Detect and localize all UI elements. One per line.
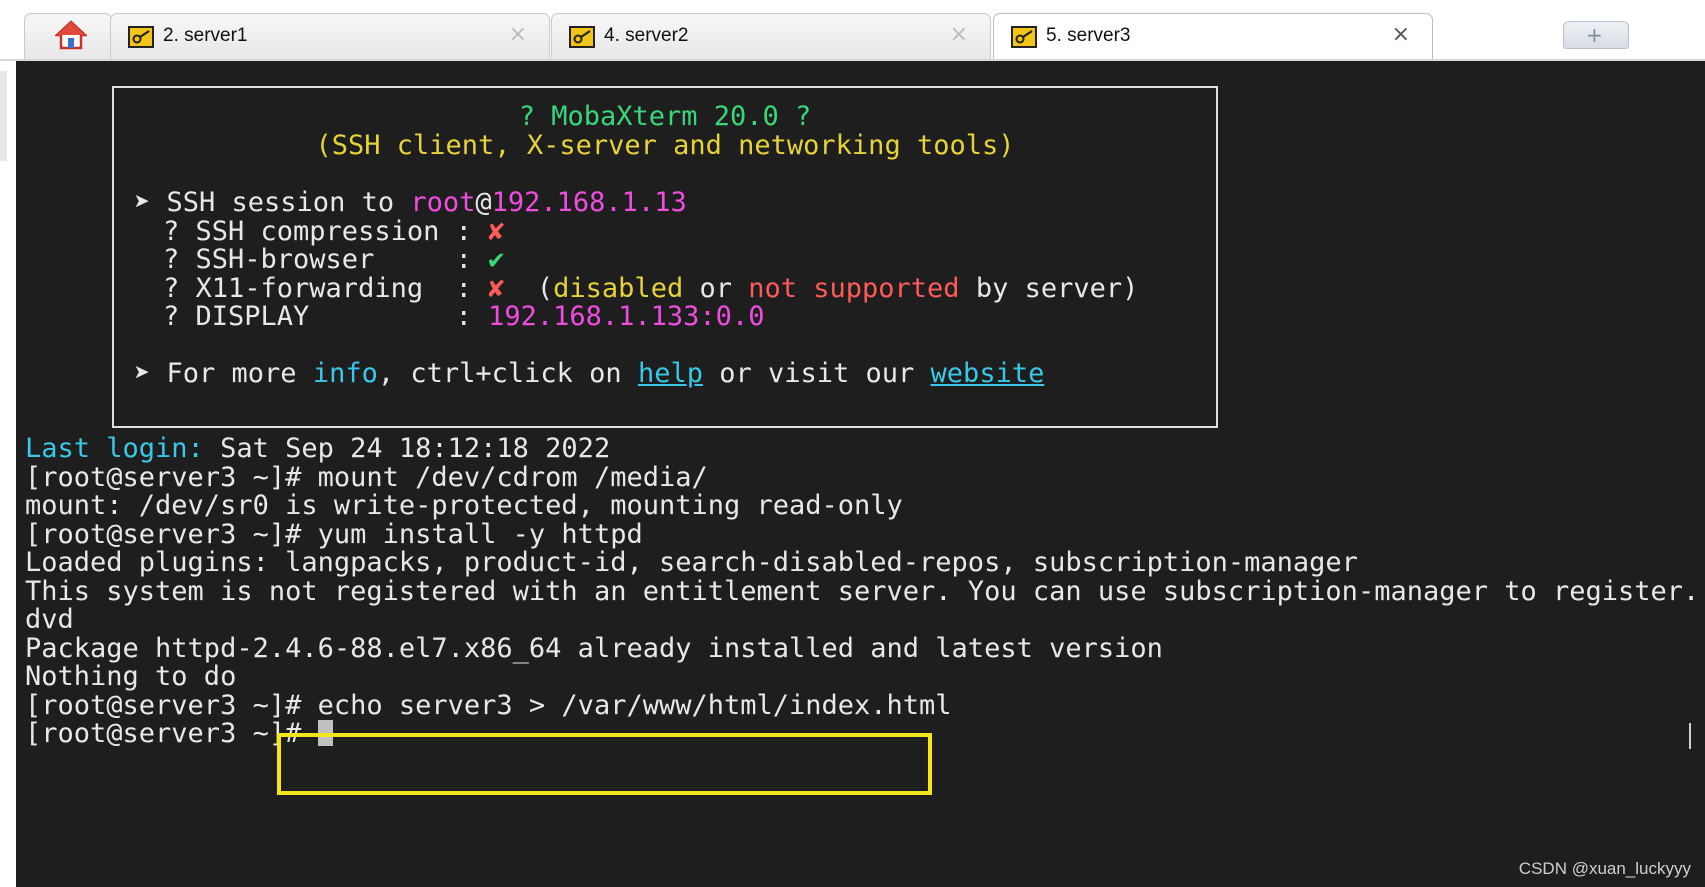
check-icon: ✔ bbox=[488, 244, 505, 275]
terminal-line: [root@server3 ~]# mount /dev/cdrom /medi… bbox=[25, 462, 708, 493]
close-icon[interactable]: × bbox=[509, 22, 527, 47]
last-login-line: Last login: Sat Sep 24 18:12:18 2022 bbox=[25, 433, 611, 464]
tab-server2[interactable]: 4. server2 × bbox=[551, 13, 991, 60]
highlight-box bbox=[277, 733, 932, 795]
website-link[interactable]: website bbox=[931, 358, 1045, 389]
ssh-browser-line: ? SSH-browser : ✔ bbox=[163, 244, 505, 275]
cross-icon: ✘ bbox=[488, 216, 505, 247]
ssh-user: root bbox=[410, 187, 476, 218]
ssh-key-icon bbox=[128, 26, 154, 48]
text-caret-marker bbox=[1689, 723, 1691, 749]
ssh-key-icon bbox=[569, 26, 595, 48]
window-left-edge bbox=[0, 61, 16, 887]
terminal-line: Loaded plugins: langpacks, product-id, s… bbox=[25, 547, 1358, 578]
new-tab-button[interactable]: + bbox=[1563, 21, 1629, 49]
tab-label: 2. server1 bbox=[163, 25, 248, 46]
tab-server1[interactable]: 2. server1 × bbox=[110, 13, 550, 60]
terminal[interactable]: ? MobaXterm 20.0 ? (SSH client, X-server… bbox=[16, 61, 1705, 887]
tab-server3[interactable]: 5. server3 × bbox=[993, 13, 1433, 60]
terminal-line: mount: /dev/sr0 is write-protected, moun… bbox=[25, 490, 903, 521]
tab-home[interactable] bbox=[24, 13, 112, 60]
banner-title: ? MobaXterm 20.0 ? bbox=[518, 101, 812, 132]
terminal-line: Nothing to do bbox=[25, 661, 237, 692]
tab-label: 5. server3 bbox=[1046, 25, 1131, 46]
terminal-line: Package httpd-2.4.6-88.el7.x86_64 alread… bbox=[25, 633, 1163, 664]
terminal-line: [root@server3 ~]# echo server3 > /var/ww… bbox=[25, 690, 952, 721]
ssh-session-line: ➤ SSH session to root@192.168.1.13 bbox=[134, 187, 687, 218]
display-line: ? DISPLAY : 192.168.1.133:0.0 bbox=[163, 301, 765, 332]
close-icon[interactable]: × bbox=[1392, 22, 1410, 47]
info-link[interactable]: info bbox=[313, 358, 378, 389]
compression-line: ? SSH compression : ✘ bbox=[163, 216, 505, 247]
help-link[interactable]: help bbox=[638, 358, 703, 389]
ssh-host: 192.168.1.13 bbox=[491, 187, 687, 218]
tab-bar: 2. server1 × 4. server2 × 5. server3 × + bbox=[0, 0, 1705, 61]
welcome-banner: ? MobaXterm 20.0 ? (SSH client, X-server… bbox=[112, 86, 1218, 428]
terminal-line: This system is not registered with an en… bbox=[25, 576, 1700, 607]
cross-icon: ✘ bbox=[488, 273, 505, 304]
close-icon[interactable]: × bbox=[950, 22, 968, 47]
banner-subtitle: (SSH client, X-server and networking too… bbox=[315, 130, 1015, 161]
terminal-line: dvd bbox=[25, 604, 74, 635]
x11-line: ? X11-forwarding : ✘ (disabled or not su… bbox=[163, 273, 1139, 304]
watermark: CSDN @xuan_luckyyy bbox=[1518, 859, 1691, 878]
home-icon bbox=[55, 20, 87, 50]
more-info-line: ➤ For more info, ctrl+click on help or v… bbox=[134, 358, 1045, 389]
tab-label: 4. server2 bbox=[604, 25, 689, 46]
ssh-key-icon bbox=[1011, 26, 1037, 48]
terminal-line: [root@server3 ~]# yum install -y httpd bbox=[25, 519, 643, 550]
plus-icon: + bbox=[1586, 23, 1603, 47]
